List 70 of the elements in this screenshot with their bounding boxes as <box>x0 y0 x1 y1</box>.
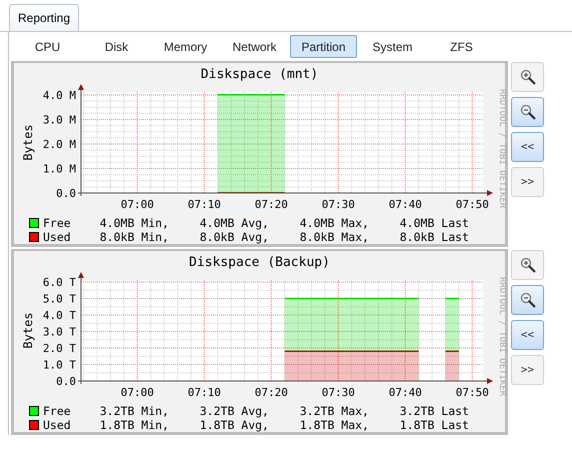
legend-avg: 8.0kB Avg, <box>198 230 269 244</box>
legend-last: 3.2TB Last <box>398 404 469 418</box>
legend-avg: 3.2TB Avg, <box>198 404 269 418</box>
legend-min: 4.0MB Min, <box>98 216 169 230</box>
watermark: RRDTOOL / TOBI OETIKER <box>497 277 507 396</box>
x-tick-label: 07:30 <box>322 386 355 399</box>
y-tick-label: 3.0 T <box>42 326 76 338</box>
subtab[interactable]: Network <box>221 35 288 58</box>
x-tick-label: 07:50 <box>456 198 489 211</box>
legend-min: 8.0kB Min, <box>98 230 169 244</box>
y-tick-label: 4.0 M <box>42 88 76 102</box>
pan-button[interactable]: >> <box>511 355 544 385</box>
graph-title: Diskspace (mnt) <box>200 67 318 83</box>
watermark: RRDTOOL / TOBI OETIKER <box>497 89 507 208</box>
y-tick-label: 4.0 T <box>42 308 76 322</box>
subtab[interactable]: ZFS <box>428 35 495 58</box>
y-tick-label: 2.0 M <box>42 138 76 151</box>
zoom-out-icon <box>520 292 536 308</box>
legend-max: 3.2TB Max, <box>298 404 369 418</box>
x-tick-label: 07:10 <box>188 198 221 211</box>
x-tick-label: 07:30 <box>322 198 355 211</box>
legend-last: 4.0MB Last <box>398 216 469 230</box>
x-tick-label: 07:40 <box>388 386 422 399</box>
pan-button[interactable]: << <box>511 132 544 162</box>
subtab[interactable]: System <box>359 35 426 58</box>
subtab[interactable]: CPU <box>14 35 81 58</box>
legend-name: Free <box>42 216 72 230</box>
y-tick-label: 3.0 M <box>42 113 76 126</box>
zoom-out-button[interactable] <box>511 97 544 127</box>
legend-avg: 4.0MB Avg, <box>198 216 269 230</box>
y-tick-label: 0.0 <box>56 187 76 200</box>
x-tick-label: 07:00 <box>120 386 154 399</box>
legend-min: 1.8TB Min, <box>98 418 169 432</box>
subtab[interactable]: Disk <box>83 35 150 58</box>
legend-last: 8.0kB Last <box>398 230 469 244</box>
y-tick-label: 2.0 T <box>42 342 76 355</box>
legend-last: 1.8TB Last <box>398 418 469 432</box>
legend-max: 1.8TB Max, <box>298 418 369 432</box>
x-tick-label: 07:50 <box>456 386 489 399</box>
y-tick-label: 5.0 T <box>42 292 76 306</box>
x-tick-label: 07:20 <box>254 386 288 399</box>
zoom-out-button[interactable] <box>511 285 544 315</box>
x-tick-label: 07:00 <box>120 198 154 211</box>
zoom-in-button[interactable] <box>511 250 544 280</box>
x-tick-label: 07:40 <box>388 198 422 211</box>
legend-avg: 1.8TB Avg, <box>198 418 269 432</box>
pan-button[interactable]: << <box>511 320 544 350</box>
legend-name: Used <box>42 230 72 244</box>
legend-max: 8.0kB Max, <box>298 230 369 244</box>
y-tick-label: 6.0 T <box>42 276 76 289</box>
legend-min: 3.2TB Min, <box>98 404 169 418</box>
zoom-in-icon <box>520 257 536 273</box>
y-axis-label: Bytes <box>21 312 35 349</box>
y-tick-label: 0.0 <box>56 375 76 388</box>
graph-title: Diskspace (Backup) <box>189 255 330 271</box>
x-tick-label: 07:10 <box>188 386 221 399</box>
legend-max: 4.0MB Max, <box>298 216 369 230</box>
zoom-in-button[interactable] <box>511 62 544 92</box>
y-axis-label: Bytes <box>21 124 35 161</box>
legend-name: Used <box>42 418 72 432</box>
subtab[interactable]: Partition <box>290 35 357 58</box>
zoom-out-icon <box>520 104 536 120</box>
x-tick-label: 07:20 <box>254 198 288 211</box>
pan-button[interactable]: >> <box>511 167 544 197</box>
y-tick-label: 1.0 M <box>42 162 76 176</box>
tab[interactable]: Reporting <box>9 4 80 31</box>
zoom-in-icon <box>520 69 536 85</box>
y-tick-label: 1.0 T <box>42 358 76 372</box>
legend-name: Free <box>42 404 72 418</box>
subtab[interactable]: Memory <box>152 35 219 58</box>
